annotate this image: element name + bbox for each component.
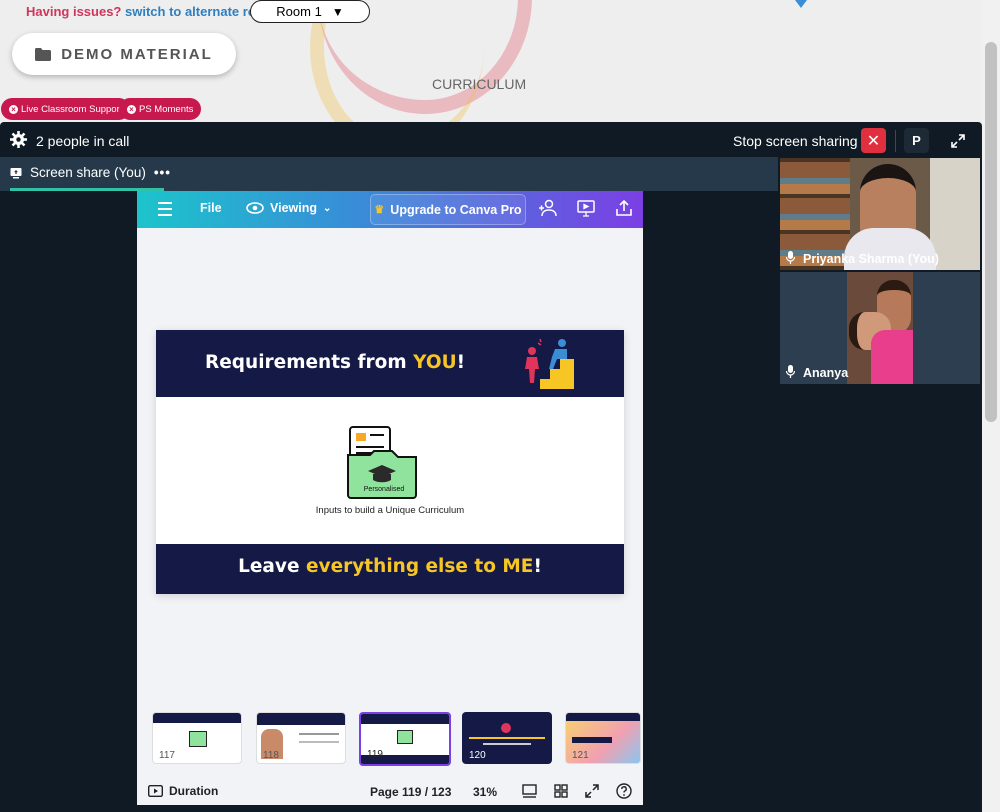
ps-moments-pill[interactable]: × PS Moments	[119, 98, 202, 120]
menu-icon[interactable]	[158, 202, 172, 216]
participant-name: Priyanka Sharma (You)	[785, 251, 939, 267]
duration-button[interactable]: Duration	[148, 784, 218, 798]
tab-screen-share[interactable]: Screen share (You) •••	[10, 157, 171, 188]
crown-icon: ♛	[374, 204, 385, 216]
demo-material-label: DEMO MATERIAL	[61, 45, 213, 63]
thumbnail-number: 120	[469, 750, 486, 761]
viewing-label: Viewing	[270, 201, 318, 215]
participant-name-label: Priyanka Sharma (You)	[803, 252, 939, 266]
eye-icon	[246, 202, 264, 214]
live-classroom-support-pill[interactable]: × Live Classroom Support	[1, 98, 131, 120]
participant-video-feed	[847, 272, 913, 384]
stop-sharing-label[interactable]: Stop screen sharing	[733, 133, 858, 149]
notes-view-icon[interactable]	[522, 784, 537, 798]
slide-thumbnail-active[interactable]: 119	[359, 712, 451, 766]
folder-label: Personalised	[363, 486, 405, 493]
zoom-level[interactable]: 31%	[473, 785, 497, 799]
grid-view-icon[interactable]	[554, 784, 568, 798]
pill-label: Live Classroom Support	[21, 103, 123, 115]
screen-share-icon	[10, 167, 22, 178]
slide-thumbnail[interactable]: 120	[462, 712, 552, 764]
thumbnail-number: 117	[159, 750, 175, 761]
fullscreen-icon[interactable]	[585, 784, 599, 798]
viewing-menu[interactable]: Viewing ⌄	[246, 201, 331, 215]
add-people-icon[interactable]	[538, 199, 558, 217]
expand-icon[interactable]	[945, 128, 970, 153]
slide-title-part: Requirements from	[205, 352, 414, 373]
slide-footer-part: !	[533, 556, 542, 577]
slide-title-highlight: YOU	[413, 352, 457, 373]
thumbnail-number: 118	[263, 750, 279, 761]
gear-icon[interactable]	[10, 131, 27, 148]
room-select[interactable]: Room 1 ▼	[250, 0, 370, 23]
people-count: 2 people in call	[36, 133, 130, 149]
demo-material-button[interactable]: DEMO MATERIAL	[12, 33, 236, 75]
issues-notice: Having issues? switch to alternate room	[26, 4, 275, 19]
thumbnail-number: 121	[572, 750, 589, 761]
stop-sharing-button[interactable]: ✕	[861, 128, 886, 153]
participant-name: Ananya	[785, 365, 849, 381]
divider	[895, 130, 896, 152]
issues-text: Having issues?	[26, 4, 122, 19]
play-icon	[148, 785, 163, 797]
page-indicator: Page 119 / 123	[370, 785, 452, 799]
room-select-value: Room 1	[276, 4, 322, 19]
pill-label: PS Moments	[139, 103, 194, 115]
present-icon[interactable]	[577, 199, 595, 217]
upgrade-label: Upgrade to Canva Pro	[390, 202, 522, 217]
caret-down-icon: ▼	[331, 4, 344, 19]
close-icon: ✕	[866, 132, 881, 150]
upgrade-canva-button[interactable]: ♛ Upgrade to Canva Pro	[370, 194, 526, 225]
slide-thumbnail[interactable]: 118	[256, 712, 346, 764]
folder-icon	[35, 47, 52, 61]
duration-label: Duration	[169, 784, 219, 798]
file-menu[interactable]: File	[200, 201, 222, 215]
slide-title: Requirements from YOU!	[205, 352, 465, 373]
climbing-stairs-icon	[525, 338, 574, 389]
share-icon[interactable]	[616, 199, 632, 217]
background-marker	[795, 0, 807, 8]
more-icon[interactable]: •••	[154, 165, 171, 180]
chevron-down-icon: ⌄	[323, 202, 332, 214]
tab-label: Screen share (You)	[30, 165, 146, 180]
avatar-button[interactable]: P	[904, 128, 929, 153]
slide-footer-text: Leave everything else to ME!	[156, 556, 624, 577]
slide-title-part: !	[456, 352, 466, 373]
help-icon[interactable]	[616, 783, 632, 799]
thumbnail-number: 119	[367, 749, 383, 760]
slide-footer-highlight: everything else to ME	[305, 556, 534, 577]
close-icon: ×	[127, 104, 136, 114]
participant-name-label: Ananya	[803, 366, 849, 380]
slide-thumbnail[interactable]: 121	[565, 712, 641, 764]
close-icon: ×	[9, 104, 18, 114]
microphone-icon	[785, 251, 796, 267]
slide-caption: Inputs to build a Unique Curriculum	[315, 505, 465, 516]
curriculum-label: CURRICULUM	[432, 76, 527, 92]
slide-footer-part: Leave	[238, 556, 306, 577]
slide-thumbnail[interactable]: 117	[152, 712, 242, 764]
microphone-icon	[785, 365, 796, 381]
scrollbar-thumb[interactable]	[985, 42, 997, 422]
